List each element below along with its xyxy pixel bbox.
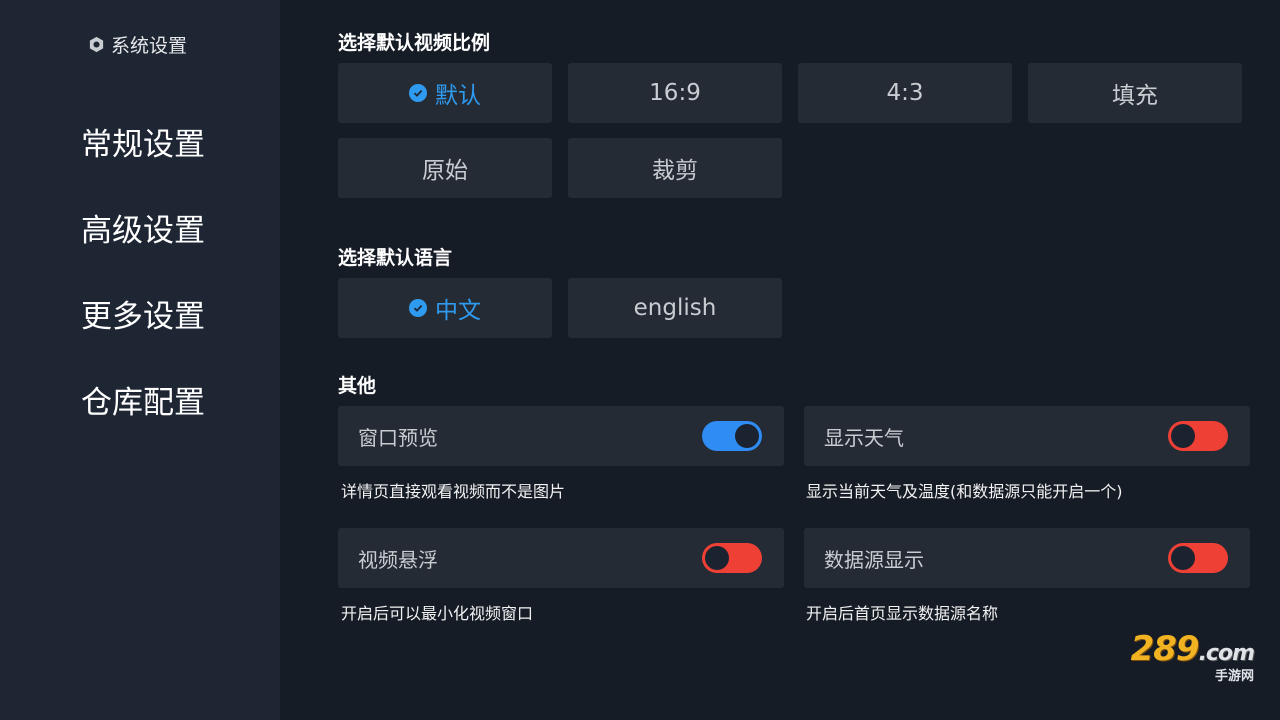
toggle-knob bbox=[1171, 546, 1195, 570]
sidebar-title: 系统设置 bbox=[111, 34, 188, 57]
check-icon bbox=[409, 84, 427, 102]
aspect-option-label: 原始 bbox=[422, 158, 468, 184]
show-weather-toggle[interactable] bbox=[1168, 421, 1228, 451]
sidebar: 系统设置 常规设置 高级设置 更多设置 仓库配置 bbox=[0, 0, 280, 720]
sidebar-item-advanced[interactable]: 高级设置 bbox=[81, 211, 205, 251]
aspect-option-label: 填充 bbox=[1112, 83, 1158, 109]
window-preview-row: 窗口预览 bbox=[338, 406, 784, 466]
sidebar-item-repository[interactable]: 仓库配置 bbox=[81, 383, 205, 423]
source-display-toggle[interactable] bbox=[1168, 543, 1228, 573]
video-float-row: 视频悬浮 bbox=[338, 528, 784, 588]
toggle-label: 显示天气 bbox=[824, 425, 904, 450]
watermark-main: 289.com bbox=[1130, 629, 1255, 669]
watermark-logo: 289.com 手游网 bbox=[1130, 629, 1255, 684]
aspect-option-16-9[interactable]: 16:9 bbox=[568, 63, 782, 123]
other-section-title: 其他 bbox=[338, 375, 377, 397]
aspect-option-default[interactable]: 默认 bbox=[338, 63, 552, 123]
toggle-knob bbox=[705, 546, 729, 570]
aspect-option-4-3[interactable]: 4:3 bbox=[798, 63, 1012, 123]
aspect-option-label: 默认 bbox=[435, 83, 481, 109]
aspect-option-crop[interactable]: 裁剪 bbox=[568, 138, 782, 198]
aspect-option-label: 4:3 bbox=[886, 80, 924, 106]
toggle-label: 窗口预览 bbox=[358, 425, 438, 450]
aspect-option-label: 16:9 bbox=[649, 80, 701, 106]
sidebar-item-general[interactable]: 常规设置 bbox=[81, 125, 205, 165]
aspect-option-original[interactable]: 原始 bbox=[338, 138, 552, 198]
language-section-title: 选择默认语言 bbox=[338, 247, 453, 269]
language-option-label: english bbox=[633, 295, 717, 321]
aspect-option-fill[interactable]: 填充 bbox=[1028, 63, 1242, 123]
language-option-chinese[interactable]: 中文 bbox=[338, 278, 552, 338]
watermark-sub: 手游网 bbox=[1214, 669, 1254, 684]
aspect-section-title: 选择默认视频比例 bbox=[338, 32, 491, 54]
show-weather-row: 显示天气 bbox=[804, 406, 1250, 466]
source-display-desc: 开启后首页显示数据源名称 bbox=[806, 604, 999, 623]
sidebar-item-more[interactable]: 更多设置 bbox=[81, 297, 205, 337]
video-float-desc: 开启后可以最小化视频窗口 bbox=[341, 604, 534, 623]
toggle-label: 视频悬浮 bbox=[358, 547, 438, 572]
show-weather-desc: 显示当前天气及温度(和数据源只能开启一个) bbox=[806, 482, 1123, 501]
check-icon bbox=[409, 299, 427, 317]
window-preview-desc: 详情页直接观看视频而不是图片 bbox=[341, 482, 566, 501]
aspect-option-label: 裁剪 bbox=[652, 158, 698, 184]
window-preview-toggle[interactable] bbox=[702, 421, 762, 451]
language-option-label: 中文 bbox=[435, 298, 481, 324]
toggle-knob bbox=[1171, 424, 1195, 448]
language-option-english[interactable]: english bbox=[568, 278, 782, 338]
video-float-toggle[interactable] bbox=[702, 543, 762, 573]
sidebar-header: 系统设置 bbox=[88, 32, 188, 57]
toggle-label: 数据源显示 bbox=[824, 547, 924, 572]
toggle-knob bbox=[735, 424, 759, 448]
source-display-row: 数据源显示 bbox=[804, 528, 1250, 588]
gear-icon bbox=[89, 36, 104, 52]
